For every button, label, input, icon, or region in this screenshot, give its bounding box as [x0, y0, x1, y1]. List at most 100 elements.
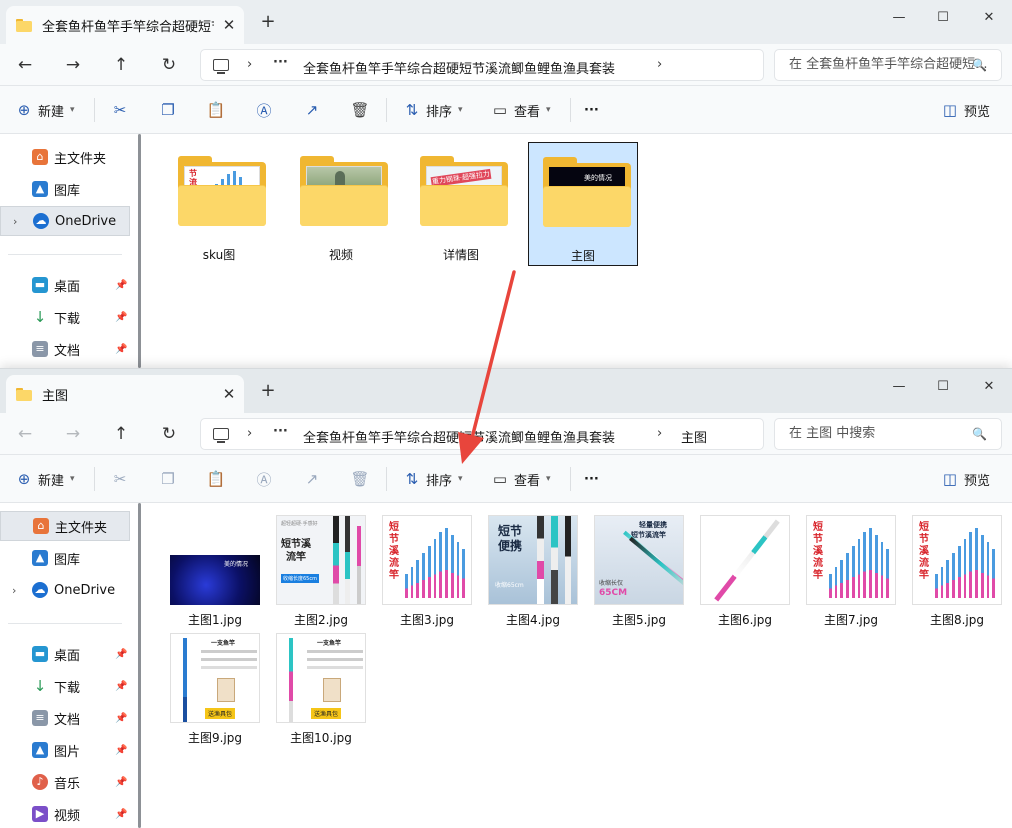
video-icon: ▶ [32, 806, 48, 822]
folder-item[interactable]: 节流竿 sku图 [164, 142, 274, 266]
back-arrow-icon[interactable]: ← [12, 421, 38, 447]
sidebar-item-downloads[interactable]: ↓ 下载 📌 [0, 671, 130, 701]
pin-icon[interactable]: 📌 [115, 777, 127, 788]
forward-arrow-icon[interactable]: → [60, 52, 86, 78]
view-button[interactable]: ▭ 查看 ▾ [490, 465, 551, 493]
divider [8, 254, 122, 255]
thumb-title: 短节便携 [497, 524, 522, 553]
maximize-icon[interactable]: ☐ [920, 6, 966, 30]
close-tab-icon[interactable]: ✕ [214, 385, 244, 403]
rename-button[interactable]: Ⓐ [254, 465, 274, 493]
new-tab-icon[interactable]: + [256, 379, 280, 403]
pin-icon[interactable]: 📌 [115, 312, 127, 323]
chevron-right-icon: › [12, 583, 17, 597]
file-item[interactable]: 一支鱼竿 送渔具包 主图9.jpg [166, 629, 264, 749]
scrollbar[interactable] [138, 503, 141, 828]
sidebar-item-home[interactable]: ⌂ 主文件夹 [0, 511, 130, 541]
file-item[interactable]: 短节便携 收缩65cm 主图4.jpg [484, 511, 582, 631]
refresh-icon[interactable]: ↻ [156, 52, 182, 78]
pin-icon[interactable]: 📌 [115, 745, 127, 756]
more-path-icon[interactable]: ··· [273, 55, 288, 70]
sidebar-item-gallery[interactable]: ▲ 图库 [0, 174, 130, 204]
cloud-icon: ☁ [33, 213, 49, 229]
file-item[interactable]: 美的情况 主图1.jpg [166, 511, 264, 631]
scrollbar[interactable] [138, 134, 141, 368]
close-window-icon[interactable]: ✕ [966, 375, 1012, 399]
new-tab-icon[interactable]: + [256, 10, 280, 34]
file-item[interactable]: 短节溪流竿 主图7.jpg [802, 511, 900, 631]
sort-button[interactable]: ⇅ 排序 ▾ [402, 96, 463, 124]
sidebar-item-desktop[interactable]: ▬ 桌面 📌 [0, 639, 130, 669]
more-options-button[interactable]: ··· [584, 96, 599, 124]
file-item[interactable]: 短节溪流竿 主图3.jpg [378, 511, 476, 631]
breadcrumb-item[interactable]: 全套鱼杆鱼竿手竿综合超硬短节溪流鲫鱼鲤鱼渔具套装 [303, 58, 615, 77]
folder-item[interactable]: 重力钢珠·超强拉力 详情图 [406, 142, 516, 266]
pin-icon[interactable]: 📌 [115, 649, 127, 660]
delete-button[interactable]: 🗑 [350, 96, 370, 124]
file-item[interactable]: 轻量便携 短节溪流竿 收缩长仅 65CM 主图5.jpg [590, 511, 688, 631]
copy-button[interactable]: ❐ [158, 465, 178, 493]
minimize-icon[interactable]: — [876, 375, 922, 399]
sidebar-item-desktop[interactable]: ▬ 桌面 📌 [0, 270, 130, 300]
view-button[interactable]: ▭ 查看 ▾ [490, 96, 551, 124]
sidebar-item-home[interactable]: ⌂ 主文件夹 [0, 142, 130, 172]
new-button[interactable]: ⊕ 新建 ▾ [14, 465, 75, 493]
new-button[interactable]: ⊕ 新建 ▾ [14, 96, 75, 124]
sidebar-item-onedrive[interactable]: › ☁ OneDrive [0, 206, 130, 236]
sidebar-item-documents[interactable]: ≡ 文档 📌 [0, 703, 130, 733]
up-arrow-icon[interactable]: ↑ [108, 421, 134, 447]
breadcrumb-item-current[interactable]: 主图 [681, 427, 707, 446]
back-arrow-icon[interactable]: ← [12, 52, 38, 78]
pin-icon[interactable]: 📌 [115, 809, 127, 820]
delete-button[interactable]: 🗑 [350, 465, 370, 493]
search-input[interactable]: 在 主图 中搜索 🔍 [774, 418, 1002, 450]
file-item[interactable]: 短节溪流竿 主图8.jpg [908, 511, 1006, 631]
paste-button[interactable]: 📋 [206, 96, 226, 124]
tab-active[interactable]: 全套鱼杆鱼竿手竿综合超硬短节 ✕ [6, 6, 244, 44]
sidebar-item-pictures[interactable]: ▲ 图片 📌 [0, 735, 130, 765]
up-arrow-icon[interactable]: ↑ [108, 52, 134, 78]
rename-icon: Ⓐ [256, 470, 272, 489]
folder-item-selected[interactable]: 美的情况 主图 [528, 142, 638, 266]
sidebar-item-downloads[interactable]: ↓ 下载 📌 [0, 302, 130, 332]
folder-item[interactable]: 视频 [286, 142, 396, 266]
pin-icon[interactable]: 📌 [115, 280, 127, 291]
refresh-icon[interactable]: ↻ [156, 421, 182, 447]
breadcrumb-item[interactable]: 全套鱼杆鱼竿手竿综合超硬短节溪流鲫鱼鲤鱼渔具套装 [303, 427, 615, 446]
share-button[interactable]: ↗ [302, 96, 322, 124]
address-bar[interactable]: › ··· 全套鱼杆鱼竿手竿综合超硬短节溪流鲫鱼鲤鱼渔具套装 › 主图 [200, 418, 764, 450]
more-options-button[interactable]: ··· [584, 465, 599, 493]
sidebar-item-onedrive[interactable]: › ☁ OneDrive [0, 575, 130, 605]
pin-icon[interactable]: 📌 [115, 681, 127, 692]
pin-icon[interactable]: 📌 [115, 344, 127, 355]
cut-button[interactable]: ✂ [110, 96, 130, 124]
close-window-icon[interactable]: ✕ [966, 6, 1012, 30]
pin-icon[interactable]: 📌 [115, 713, 127, 724]
cut-button[interactable]: ✂ [110, 465, 130, 493]
maximize-icon[interactable]: ☐ [920, 375, 966, 399]
preview-button[interactable]: ◫ 预览 [940, 465, 990, 493]
file-item[interactable]: 一支鱼竿 送渔具包 主图10.jpg [272, 629, 370, 749]
sidebar-item-documents[interactable]: ≡ 文档 📌 [0, 334, 130, 364]
paste-button[interactable]: 📋 [206, 465, 226, 493]
rod-image [357, 526, 361, 604]
file-item[interactable]: 超轻超硬·手感好 短节溪流竿 收缩长度65cm 主图2.jpg [272, 511, 370, 631]
more-path-icon[interactable]: ··· [273, 424, 288, 439]
sidebar-item-gallery[interactable]: ▲ 图库 [0, 543, 130, 573]
sidebar-item-music[interactable]: ♪ 音乐 📌 [0, 767, 130, 797]
share-button[interactable]: ↗ [302, 465, 322, 493]
search-input[interactable]: 在 全套鱼杆鱼竿手竿综合超硬短... 🔍 [774, 49, 1002, 81]
copy-button[interactable]: ❐ [158, 96, 178, 124]
preview-button[interactable]: ◫ 预览 [940, 96, 990, 124]
file-item[interactable]: 主图6.jpg [696, 511, 794, 631]
forward-arrow-icon[interactable]: → [60, 421, 86, 447]
tab-active[interactable]: 主图 ✕ [6, 375, 244, 413]
preview-banner: 重力钢珠·超强拉力 [430, 168, 492, 188]
sidebar-item-videos[interactable]: ▶ 视频 📌 [0, 799, 130, 828]
close-tab-icon[interactable]: ✕ [214, 16, 244, 34]
rename-button[interactable]: Ⓐ [254, 96, 274, 124]
rod-image [289, 638, 293, 722]
sort-button[interactable]: ⇅ 排序 ▾ [402, 465, 463, 493]
minimize-icon[interactable]: — [876, 6, 922, 30]
address-bar[interactable]: › ··· 全套鱼杆鱼竿手竿综合超硬短节溪流鲫鱼鲤鱼渔具套装 › [200, 49, 764, 81]
